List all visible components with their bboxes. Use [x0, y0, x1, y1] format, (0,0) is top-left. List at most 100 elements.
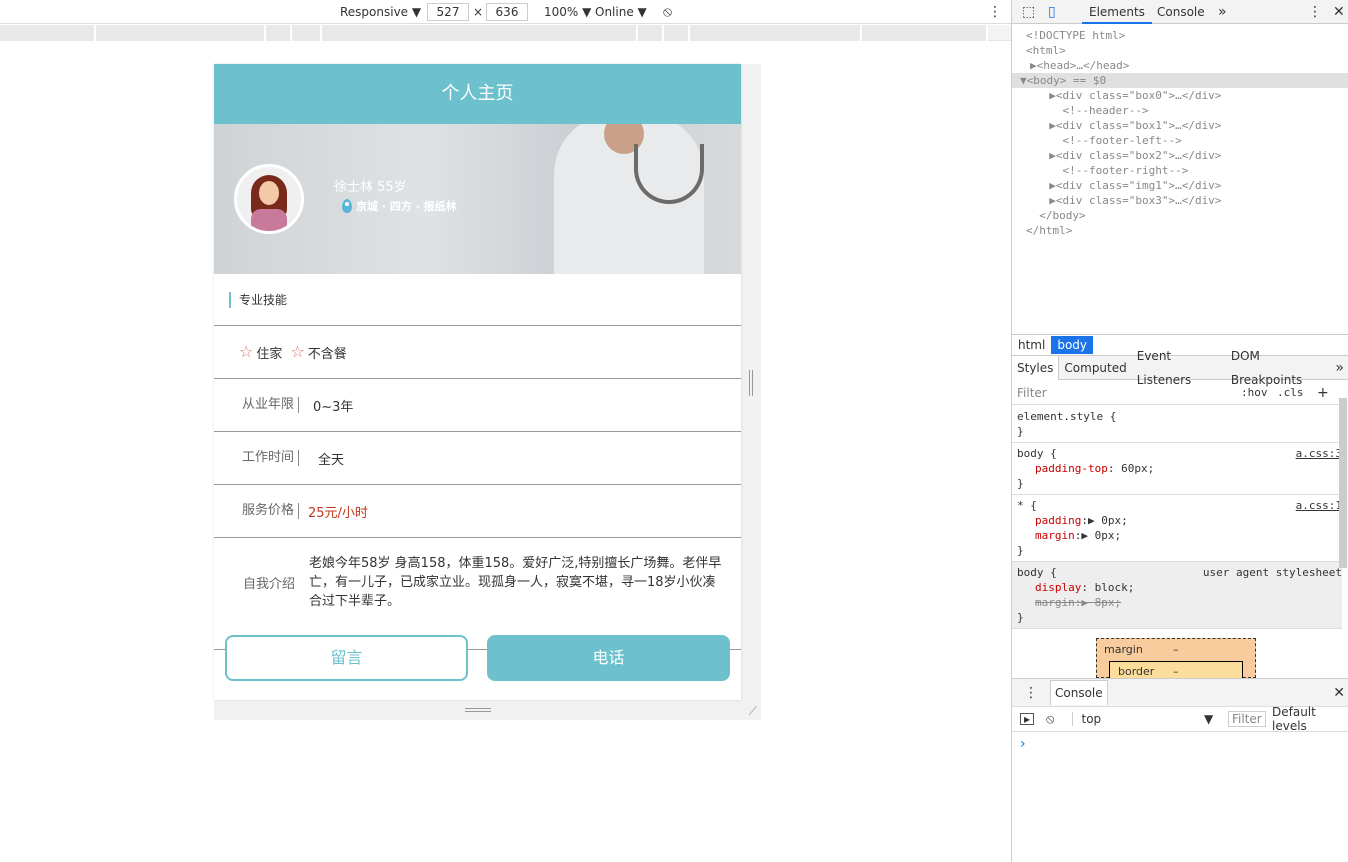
- dom-line[interactable]: ▶<head>…</head>: [1012, 58, 1348, 73]
- breadcrumb-html[interactable]: html: [1012, 336, 1051, 354]
- dom-line[interactable]: </html>: [1012, 223, 1348, 238]
- dom-line[interactable]: ▶<div class="box1">…</div>: [1012, 118, 1348, 133]
- avatar[interactable]: [234, 164, 304, 234]
- height-input[interactable]: [486, 3, 528, 21]
- dom-line[interactable]: <html>: [1012, 43, 1348, 58]
- rotate-icon[interactable]: ⦸: [663, 3, 672, 21]
- tab-console[interactable]: Console: [1157, 0, 1205, 24]
- box-model-border-value[interactable]: –: [1173, 665, 1179, 678]
- dom-line[interactable]: ▶<div class="box3">…</div>: [1012, 193, 1348, 208]
- dom-line[interactable]: <!DOCTYPE html>: [1012, 28, 1348, 43]
- zoom-select[interactable]: 100% ▼: [544, 3, 591, 21]
- dom-line[interactable]: ▶<div class="box0">…</div>: [1012, 88, 1348, 103]
- more-style-tabs-icon[interactable]: »: [1330, 356, 1348, 380]
- rule-selector: * {: [1017, 499, 1037, 512]
- call-button[interactable]: 电话: [487, 635, 730, 681]
- device-viewport: 个人主页 徐士林 55岁 京城 · 四方 · 报纸林 专业技能 ☆ 住家 ☆ 不含餐…: [214, 64, 741, 700]
- ruler-segment[interactable]: [690, 25, 862, 41]
- message-button[interactable]: 留言: [225, 635, 468, 681]
- device-select[interactable]: Responsive ▼: [340, 3, 421, 21]
- context-select[interactable]: top: [1072, 712, 1101, 726]
- sidebar-toggle-icon[interactable]: ▸: [1020, 713, 1034, 725]
- devtools-tabs: ⬚ ▯ Elements Console » ⋮ ✕: [1012, 0, 1348, 24]
- tab-elements[interactable]: Elements: [1082, 0, 1152, 24]
- tab-computed[interactable]: Computed: [1059, 356, 1131, 380]
- ruler-segment[interactable]: [96, 25, 266, 41]
- prop-value[interactable]: 60px;: [1121, 462, 1154, 475]
- prop-value[interactable]: ▶ 0px;: [1081, 529, 1121, 542]
- star-icon: ☆: [290, 342, 305, 361]
- ruler-segment[interactable]: [266, 25, 292, 41]
- ruler-segment[interactable]: [0, 25, 96, 41]
- dom-comment[interactable]: <!--header-->: [1012, 103, 1348, 118]
- prop-name[interactable]: padding-top: [1035, 462, 1108, 475]
- context-dropdown-icon[interactable]: ▼: [1204, 712, 1213, 726]
- width-input[interactable]: [427, 3, 469, 21]
- rule-universal[interactable]: a.css:1 * { padding:▶ 0px; margin:▶ 0px;…: [1012, 495, 1342, 562]
- intro-text: 老娘今年58岁 身高158，体重158。爱好广泛,特别擅长广场舞。老伴早亡，有一…: [309, 556, 722, 609]
- device-label: Responsive: [340, 5, 409, 19]
- box-model-margin-value[interactable]: –: [1173, 643, 1179, 656]
- ruler-segment[interactable]: [638, 25, 664, 41]
- drawer-menu-icon[interactable]: ⋮: [1024, 685, 1038, 701]
- rule-user-agent[interactable]: user agent stylesheet body { display: bl…: [1012, 562, 1342, 629]
- network-select[interactable]: Online ▼: [595, 3, 647, 21]
- prop-name[interactable]: padding: [1035, 514, 1081, 527]
- console-prompt[interactable]: ›: [1020, 736, 1026, 752]
- hov-toggle[interactable]: :hov: [1241, 386, 1268, 399]
- more-tabs-icon[interactable]: »: [1218, 0, 1227, 24]
- action-buttons: 留言 电话: [214, 635, 741, 683]
- rule-close: }: [1017, 477, 1024, 490]
- prop-name-overridden[interactable]: margin: [1035, 596, 1075, 609]
- breadcrumb-body[interactable]: body: [1051, 335, 1094, 354]
- log-levels-select[interactable]: Default levels: [1272, 705, 1348, 733]
- prop-value[interactable]: ▶ 0px;: [1088, 514, 1128, 527]
- ruler-segment[interactable]: [292, 25, 322, 41]
- styles-filter[interactable]: Filter :hov .cls +: [1012, 381, 1342, 405]
- box-model-border-label: border: [1118, 665, 1155, 678]
- media-query-ruler: [0, 25, 1011, 41]
- rule-element-style[interactable]: element.style { }: [1012, 406, 1342, 443]
- rule-close: }: [1017, 544, 1024, 557]
- skills-section-title: 专业技能: [214, 274, 741, 326]
- styles-scrollbar[interactable]: [1339, 398, 1347, 568]
- close-icon[interactable]: ✕: [1333, 0, 1345, 24]
- ruler-segment[interactable]: [664, 25, 690, 41]
- dom-comment[interactable]: <!--footer-right-->: [1012, 163, 1348, 178]
- console-tab[interactable]: Console: [1050, 680, 1108, 705]
- dom-comment[interactable]: <!--footer-left-->: [1012, 133, 1348, 148]
- tag-item: ☆ 不含餐: [290, 343, 346, 362]
- drawer-close-icon[interactable]: ✕: [1333, 685, 1345, 701]
- location-text: 京城 · 四方 · 报纸林: [356, 200, 457, 213]
- dom-line[interactable]: ▶<div class="img1">…</div>: [1012, 178, 1348, 193]
- price-row: 服务价格 25元/小时: [214, 485, 741, 538]
- dom-line[interactable]: </body>: [1012, 208, 1348, 223]
- cls-toggle[interactable]: .cls: [1277, 386, 1304, 399]
- rule-source-link[interactable]: a.css:1: [1296, 498, 1342, 513]
- resize-handle-right[interactable]: [741, 64, 761, 720]
- rule-close: }: [1017, 611, 1024, 624]
- star-icon: ☆: [239, 342, 254, 361]
- filter-placeholder: Filter: [1017, 385, 1047, 400]
- dom-line-selected[interactable]: ▼<body> == $0: [1012, 73, 1348, 88]
- prop-value[interactable]: block;: [1095, 581, 1135, 594]
- ruler-segment[interactable]: [862, 25, 988, 41]
- ruler-segment[interactable]: [322, 25, 638, 41]
- dom-line[interactable]: ▶<div class="box2">…</div>: [1012, 148, 1348, 163]
- devtools-menu-icon[interactable]: ⋮: [1308, 0, 1322, 24]
- device-toggle-icon[interactable]: ▯: [1048, 0, 1056, 24]
- inspect-icon[interactable]: ⬚: [1022, 0, 1035, 24]
- rule-source-link[interactable]: a.css:3: [1296, 446, 1342, 461]
- tab-styles[interactable]: Styles: [1012, 355, 1060, 380]
- clear-console-icon[interactable]: ⦸: [1046, 712, 1054, 727]
- skill-tags: ☆ 住家 ☆ 不含餐: [214, 326, 741, 379]
- more-options-icon[interactable]: ⋮: [988, 3, 1002, 21]
- prop-name[interactable]: margin: [1035, 529, 1075, 542]
- rule-body[interactable]: a.css:3 body { padding-top: 60px; }: [1012, 443, 1342, 495]
- resize-handle-bottom[interactable]: ⟋: [214, 700, 761, 720]
- devtools-panel: ⬚ ▯ Elements Console » ⋮ ✕ <!DOCTYPE htm…: [1011, 0, 1348, 862]
- console-filter-input[interactable]: Filter: [1228, 711, 1266, 727]
- prop-value-overridden[interactable]: ▶ 8px;: [1081, 596, 1121, 609]
- new-rule-icon[interactable]: +: [1317, 385, 1329, 401]
- prop-name[interactable]: display: [1035, 581, 1081, 594]
